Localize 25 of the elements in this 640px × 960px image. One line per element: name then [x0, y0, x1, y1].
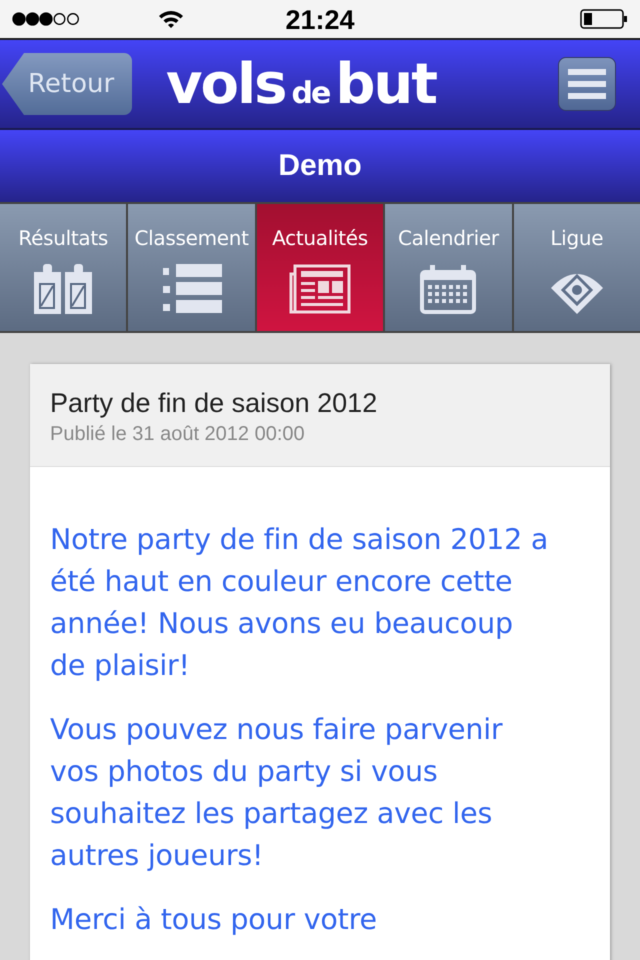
logo-text: vols [166, 52, 286, 116]
article-paragraph: Vous pouvez nous faire parvenir vos photos du party si vous souhaitez les partagez avec les autres joueurs! [50, 712, 504, 874]
signal-icon [12, 12, 80, 26]
nav-tab[interactable]: Résultats [0, 204, 126, 331]
article-paragraph: Notre party de fin de saison 2012 a été haut en couleur encore cette année! Nous avons eu beaucoup de plaisir! [50, 522, 550, 684]
calendar-icon [420, 264, 476, 314]
scoreboard-icon [32, 264, 94, 314]
nav-tab[interactable]: Actualités [256, 204, 384, 331]
back-button[interactable]: Retour [2, 53, 132, 115]
publish-date: Publié le 31 août 2012 00:00 [50, 423, 306, 446]
page-title: Demo [278, 149, 362, 183]
logo-text: de [292, 76, 330, 110]
battery-icon [580, 9, 628, 29]
wifi-icon [158, 9, 184, 29]
nav-tab[interactable]: Ligue [514, 204, 640, 331]
clock-time: 21:24 [285, 5, 355, 36]
numbered-list-icon [162, 264, 222, 314]
nav-tab[interactable]: Classement [128, 204, 255, 331]
menu-icon [568, 69, 606, 99]
newspaper-icon [288, 264, 351, 314]
menu-button[interactable] [558, 57, 616, 111]
logo-text: but [335, 52, 436, 116]
nav-tab[interactable]: Calendrier [385, 204, 512, 331]
article-paragraph: Merci à tous pour votre [50, 902, 378, 938]
article-title: Party de fin de saison 2012 [50, 388, 378, 419]
